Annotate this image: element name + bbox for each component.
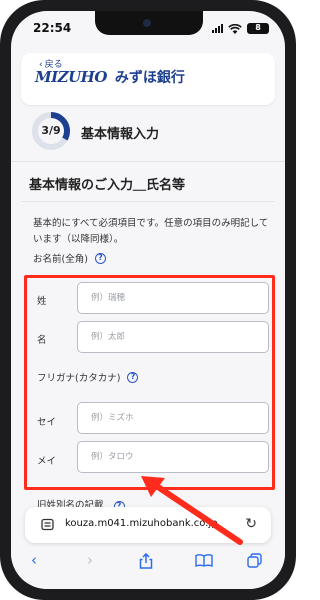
last-name-kana-input[interactable]: 例）ミズホ: [77, 402, 269, 434]
bank-logo: MIZUHO みずほ銀行: [35, 67, 185, 87]
camera-icon: [143, 19, 151, 27]
url-text: kouza.m041.mizuhobank.co.jp: [65, 518, 218, 529]
section-title: 基本情報のご入力＿氏名等: [29, 178, 186, 193]
header-card: ‹ 戻る MIZUHO みずほ銀行: [21, 53, 275, 105]
step-counter: 3/9: [41, 124, 61, 137]
name-group-label: お名前(全角) ?: [33, 251, 106, 265]
sei-kana-label: セイ: [37, 417, 57, 428]
wifi-icon: [228, 23, 242, 34]
bookmarks-icon[interactable]: [195, 554, 213, 567]
step-progress-ring: 3/9: [31, 111, 71, 151]
divider: [11, 161, 285, 162]
phone-frame: 22:54 8 ‹ 戻る MIZUHO みずほ銀行 3/9 基本情報入力 基本情…: [0, 0, 296, 600]
help-icon[interactable]: ?: [94, 252, 106, 264]
share-icon[interactable]: [139, 553, 153, 569]
status-icons: 8: [212, 23, 269, 34]
address-bar[interactable]: kouza.m041.mizuhobank.co.jp ↻: [25, 507, 271, 543]
name-label: お名前(全角): [33, 254, 88, 265]
status-time: 22:54: [33, 21, 72, 35]
battery-icon: 8: [247, 23, 269, 34]
last-name-input[interactable]: 例）瑞穂: [77, 282, 269, 314]
page-settings-icon[interactable]: [41, 518, 54, 531]
back-icon[interactable]: ‹: [31, 551, 37, 569]
first-name-kana-input[interactable]: 例）タロウ: [77, 441, 269, 473]
section-description: 基本的にすべて必須項目です。任意の項目のみ明記しています（以降同様）。: [33, 218, 269, 245]
screen: 22:54 8 ‹ 戻る MIZUHO みずほ銀行 3/9 基本情報入力 基本情…: [11, 11, 285, 589]
mei-label: 名: [37, 335, 47, 346]
section-rule: [21, 201, 275, 202]
step-title: 基本情報入力: [81, 127, 160, 142]
tabs-icon[interactable]: [247, 553, 262, 568]
browser-toolbar: ‹ ›: [11, 547, 285, 589]
forward-icon[interactable]: ›: [87, 551, 93, 569]
signal-icon: [212, 24, 223, 33]
logo-mark: MIZUHO: [35, 68, 107, 86]
reload-icon[interactable]: ↻: [245, 516, 257, 532]
mei-kana-label: メイ: [37, 456, 57, 467]
help-icon[interactable]: ?: [127, 371, 139, 383]
sei-label: 姓: [37, 296, 47, 307]
kana-label: フリガナ(カタカナ): [37, 373, 121, 384]
status-bar: 22:54 8: [11, 11, 285, 51]
first-name-input[interactable]: 例）太郎: [77, 321, 269, 353]
notch: [95, 11, 203, 35]
bank-name: みずほ銀行: [114, 70, 185, 86]
kana-group-label: フリガナ(カタカナ) ?: [37, 370, 139, 384]
